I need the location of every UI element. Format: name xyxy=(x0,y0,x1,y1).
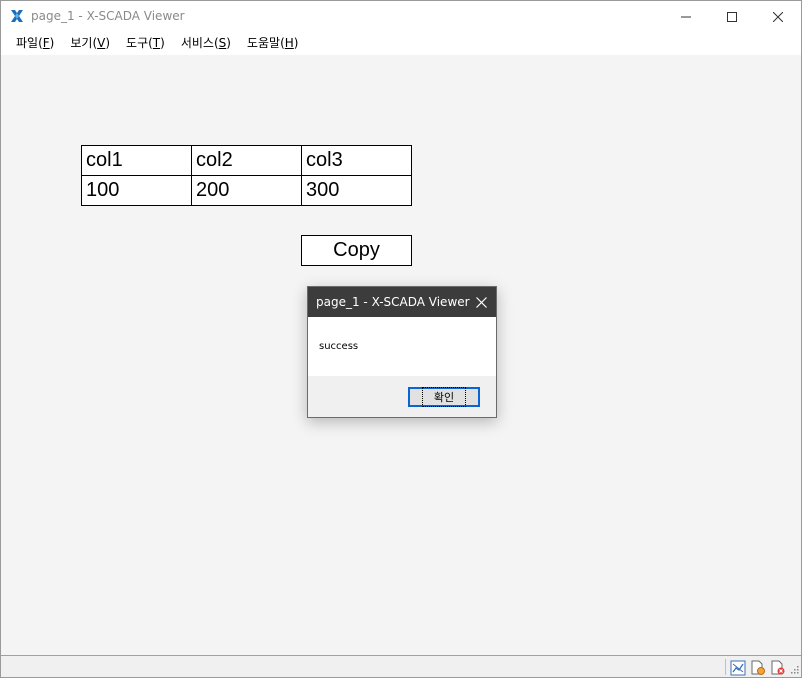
copy-button[interactable]: Copy xyxy=(301,235,412,266)
minimize-icon xyxy=(681,16,691,17)
document-icon[interactable] xyxy=(750,660,766,676)
table-cell[interactable]: 300 xyxy=(301,175,412,206)
message-dialog: page_1 - X-SCADA Viewer success 확인 xyxy=(307,286,497,418)
dialog-title-bar[interactable]: page_1 - X-SCADA Viewer xyxy=(308,287,496,317)
window-title: page_1 - X-SCADA Viewer xyxy=(31,9,185,23)
table-header-cell[interactable]: col1 xyxy=(81,145,192,176)
table-row: 100 200 300 xyxy=(81,175,412,206)
menu-tools[interactable]: 도구(T) xyxy=(118,32,173,55)
dialog-body: success xyxy=(308,317,496,376)
app-window: page_1 - X-SCADA Viewer 파일(F) 보기(V) 도구(T… xyxy=(0,0,802,678)
resize-grip-icon[interactable] xyxy=(789,664,799,674)
close-document-icon[interactable] xyxy=(770,660,786,676)
data-table: col1 col2 col3 100 200 300 xyxy=(81,145,412,206)
title-bar[interactable]: page_1 - X-SCADA Viewer xyxy=(1,1,801,32)
dialog-message: success xyxy=(319,341,359,352)
menu-bar: 파일(F) 보기(V) 도구(T) 서비스(S) 도움말(H) xyxy=(1,32,801,55)
close-icon xyxy=(773,11,783,22)
close-icon xyxy=(475,296,487,308)
chart-icon[interactable] xyxy=(730,660,746,676)
minimize-button[interactable] xyxy=(663,1,709,32)
dialog-close-button[interactable] xyxy=(468,293,494,311)
status-separator xyxy=(725,659,726,675)
menu-help[interactable]: 도움말(H) xyxy=(239,32,307,55)
menu-service[interactable]: 서비스(S) xyxy=(173,32,239,55)
dialog-title: page_1 - X-SCADA Viewer xyxy=(316,295,470,309)
menu-file[interactable]: 파일(F) xyxy=(8,32,62,55)
menu-view[interactable]: 보기(V) xyxy=(62,32,118,55)
status-bar xyxy=(1,655,801,677)
table-header-cell[interactable]: col3 xyxy=(301,145,412,176)
table-header-row: col1 col2 col3 xyxy=(81,145,412,176)
maximize-icon xyxy=(727,11,737,22)
table-header-cell[interactable]: col2 xyxy=(191,145,302,176)
ok-button[interactable]: 확인 xyxy=(408,387,480,407)
x-scada-logo-icon xyxy=(11,10,23,22)
ok-button-label: 확인 xyxy=(421,387,467,407)
maximize-button[interactable] xyxy=(709,1,755,32)
close-button[interactable] xyxy=(755,1,801,32)
table-cell[interactable]: 200 xyxy=(191,175,302,206)
table-cell[interactable]: 100 xyxy=(81,175,192,206)
